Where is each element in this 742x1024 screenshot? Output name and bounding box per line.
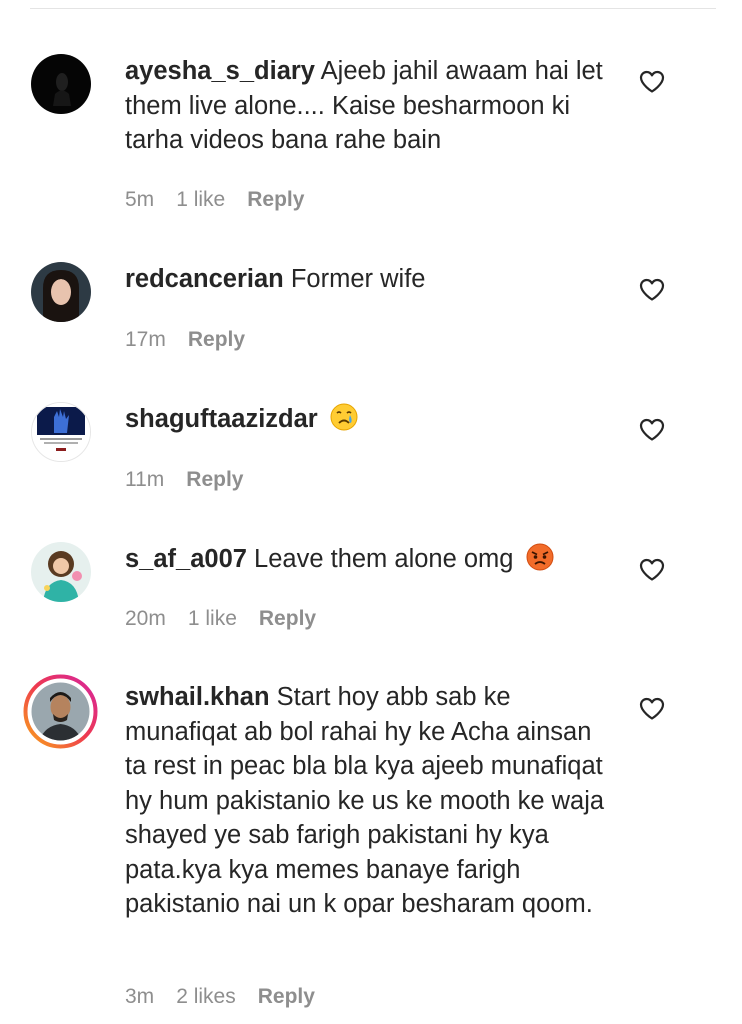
heart-outline-icon[interactable]: [639, 278, 665, 302]
top-divider: [30, 8, 716, 9]
reply-button[interactable]: Reply: [247, 188, 304, 211]
comment-time: 20m: [125, 607, 166, 630]
crying-face-icon: [330, 403, 358, 431]
comment-username[interactable]: redcancerian: [125, 265, 284, 293]
comment-likes[interactable]: 1 like: [188, 607, 237, 630]
reply-button[interactable]: Reply: [188, 328, 245, 351]
comment-meta: 11m Reply: [125, 468, 265, 492]
comment-text: Start hoy abb sab ke munafiqat ab bol ra…: [125, 683, 605, 918]
comment-username[interactable]: shaguftaazizdar: [125, 405, 318, 433]
comment-time: 3m: [125, 985, 155, 1008]
avatar[interactable]: [31, 542, 91, 602]
reply-button[interactable]: Reply: [186, 468, 243, 491]
heart-outline-icon[interactable]: [639, 697, 665, 721]
heart-outline-icon[interactable]: [639, 70, 665, 94]
comment-time: 11m: [125, 468, 165, 491]
comment-username[interactable]: swhail.khan: [125, 683, 270, 711]
reply-button[interactable]: Reply: [259, 607, 316, 630]
comment-time: 5m: [125, 188, 155, 211]
avatar[interactable]: [31, 262, 91, 322]
comment-time: 17m: [125, 328, 166, 351]
avatar[interactable]: [31, 54, 91, 114]
comment-likes[interactable]: 2 likes: [176, 985, 236, 1008]
heart-outline-icon[interactable]: [639, 418, 665, 442]
comment-meta: 17m Reply: [125, 328, 267, 352]
avatar[interactable]: [31, 402, 91, 462]
comment-text: Former wife: [290, 265, 426, 293]
comment-meta: 20m 1 like Reply: [125, 607, 338, 631]
comment-username[interactable]: ayesha_s_diary: [125, 57, 315, 85]
avatar-story-ring[interactable]: [23, 674, 98, 749]
comment-text: Leave them alone omg: [254, 545, 514, 573]
reply-button[interactable]: Reply: [258, 985, 315, 1008]
comment-username[interactable]: s_af_a007: [125, 545, 247, 573]
comment-meta: 5m 1 like Reply: [125, 188, 326, 212]
angry-face-icon: [526, 543, 554, 571]
heart-outline-icon[interactable]: [639, 558, 665, 582]
comment-meta: 3m 2 likes Reply: [125, 985, 337, 1009]
comment-likes[interactable]: 1 like: [176, 188, 225, 211]
